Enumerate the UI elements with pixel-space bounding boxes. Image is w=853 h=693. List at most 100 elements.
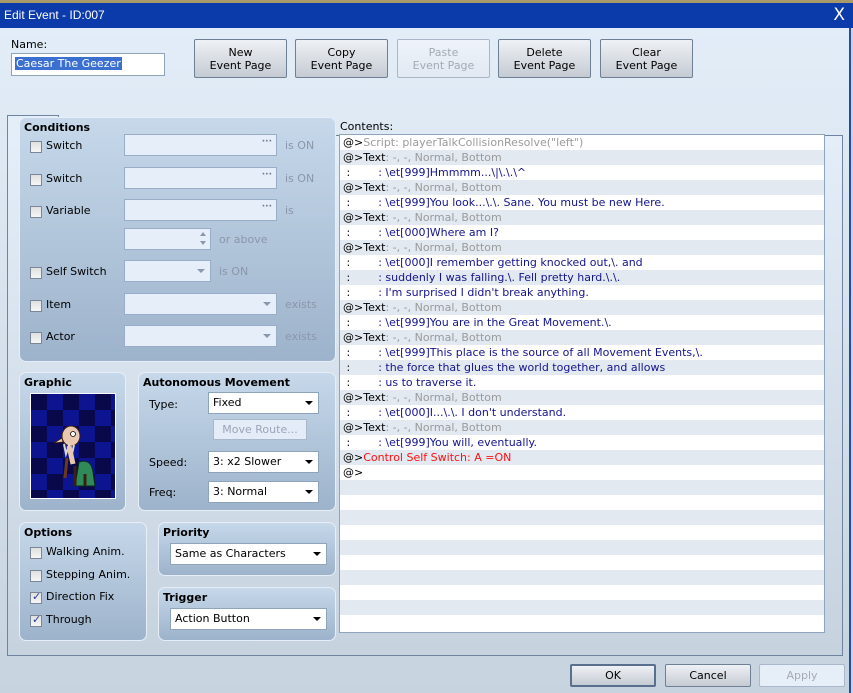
command-row[interactable]: : : \et[000]I remember getting knocked o… bbox=[340, 255, 824, 270]
empty-row[interactable] bbox=[340, 495, 824, 510]
command-row[interactable]: : : \et[000]I...\.\. I don't understand. bbox=[340, 405, 824, 420]
item-dropdown[interactable] bbox=[124, 293, 277, 315]
self-switch-dropdown[interactable] bbox=[124, 260, 211, 282]
command-name: Text bbox=[363, 331, 386, 344]
variable-label: Variable bbox=[46, 204, 91, 217]
button-label: Event Page bbox=[209, 59, 272, 72]
paste-event-page-button[interactable]: Paste Event Page bbox=[397, 39, 490, 78]
contents-label: Contents: bbox=[340, 120, 394, 133]
command-row[interactable]: @>Text: -, -, Normal, Bottom bbox=[340, 240, 824, 255]
empty-row[interactable] bbox=[340, 585, 824, 600]
chevron-down-icon bbox=[197, 269, 205, 273]
through-checkbox[interactable] bbox=[30, 613, 42, 627]
actor-checkbox[interactable] bbox=[30, 332, 42, 344]
button-label: Copy bbox=[327, 46, 356, 59]
priority-title: Priority bbox=[163, 526, 210, 539]
command-row[interactable]: @>Text: -, -, Normal, Bottom bbox=[340, 210, 824, 225]
empty-row[interactable] bbox=[340, 600, 824, 615]
command-row[interactable]: @>Text: -, -, Normal, Bottom bbox=[340, 300, 824, 315]
graphic-group: Graphic bbox=[19, 372, 126, 511]
switch2-checkbox[interactable] bbox=[30, 174, 42, 186]
move-route-button[interactable]: Move Route... bbox=[213, 419, 307, 440]
trigger-dropdown[interactable]: Action Button bbox=[170, 608, 327, 630]
name-input[interactable]: Caesar The Geezer bbox=[11, 53, 165, 76]
empty-row[interactable] bbox=[340, 555, 824, 570]
item-checkbox[interactable] bbox=[30, 300, 42, 312]
command-row[interactable]: : : \et[999]You look...\.\. Sane. You mu… bbox=[340, 195, 824, 210]
autonomous-movement-group: Autonomous Movement Type: Fixed Move Rou… bbox=[138, 372, 336, 511]
command-prefix: : bbox=[343, 436, 379, 449]
trigger-title: Trigger bbox=[163, 591, 208, 604]
self-switch-checkbox[interactable] bbox=[30, 267, 42, 279]
empty-row[interactable] bbox=[340, 615, 824, 630]
stepping-anim-checkbox[interactable] bbox=[30, 570, 42, 582]
empty-row[interactable] bbox=[340, 525, 824, 540]
command-row[interactable]: : : suddenly I was falling.\. Fell prett… bbox=[340, 270, 824, 285]
command-row[interactable]: @>Script: playerTalkCollisionResolve("le… bbox=[340, 135, 824, 150]
stepping-anim-label: Stepping Anim. bbox=[46, 568, 131, 581]
command-prefix: @> bbox=[343, 301, 364, 314]
command-text: : the force that glues the world togethe… bbox=[378, 361, 666, 374]
empty-row[interactable] bbox=[340, 570, 824, 585]
chevron-down-icon bbox=[313, 552, 321, 556]
command-row[interactable]: : : the force that glues the world toget… bbox=[340, 360, 824, 375]
switch1-checkbox[interactable] bbox=[30, 141, 42, 153]
apply-button[interactable]: Apply bbox=[759, 664, 845, 687]
empty-row[interactable] bbox=[340, 540, 824, 555]
direction-fix-checkbox[interactable] bbox=[30, 590, 42, 604]
command-text: Control Self Switch: A =ON bbox=[363, 451, 512, 464]
empty-row[interactable] bbox=[340, 480, 824, 495]
switch1-selector[interactable]: ··· bbox=[124, 134, 277, 156]
command-row[interactable]: : : I'm surprised I didn't break anythin… bbox=[340, 285, 824, 300]
movement-type-dropdown[interactable]: Fixed bbox=[208, 392, 319, 414]
self-switch-suffix: is ON bbox=[219, 265, 249, 278]
button-label: Delete bbox=[526, 46, 563, 59]
speed-dropdown[interactable]: 3: x2 Slower bbox=[208, 451, 319, 473]
command-row[interactable]: @>Text: -, -, Normal, Bottom bbox=[340, 150, 824, 165]
button-label: Event Page bbox=[615, 59, 678, 72]
ok-button[interactable]: OK bbox=[570, 664, 656, 687]
chevron-down-icon bbox=[313, 617, 321, 621]
chevron-down-icon bbox=[305, 401, 313, 405]
switch2-selector[interactable]: ··· bbox=[124, 167, 277, 189]
command-prefix: : bbox=[343, 286, 379, 299]
command-row[interactable]: : : \et[000]Where am I? bbox=[340, 225, 824, 240]
autonomous-movement-title: Autonomous Movement bbox=[143, 376, 290, 389]
freq-dropdown[interactable]: 3: Normal bbox=[208, 481, 319, 503]
spin-up-icon[interactable] bbox=[200, 232, 206, 236]
command-args: : -, -, Normal, Bottom bbox=[385, 391, 502, 404]
new-event-page-button[interactable]: New Event Page bbox=[194, 39, 287, 78]
command-row[interactable]: @>Text: -, -, Normal, Bottom bbox=[340, 330, 824, 345]
command-row[interactable]: @>Control Self Switch: A =ON bbox=[340, 450, 824, 465]
command-row[interactable]: : : \et[999]You are in the Great Movemen… bbox=[340, 315, 824, 330]
command-row[interactable]: @>Text: -, -, Normal, Bottom bbox=[340, 390, 824, 405]
command-prefix: @> bbox=[343, 211, 364, 224]
empty-row[interactable] bbox=[340, 510, 824, 525]
delete-event-page-button[interactable]: Delete Event Page bbox=[498, 39, 591, 78]
command-row[interactable]: @>Text: -, -, Normal, Bottom bbox=[340, 420, 824, 435]
priority-dropdown[interactable]: Same as Characters bbox=[170, 543, 327, 565]
variable-selector[interactable]: ··· bbox=[124, 199, 277, 221]
variable-amount-spinner[interactable] bbox=[124, 228, 211, 250]
command-row[interactable]: @> bbox=[340, 465, 824, 480]
close-icon[interactable]: X bbox=[833, 5, 845, 25]
spin-down-icon[interactable] bbox=[200, 241, 206, 245]
character-graphic[interactable] bbox=[30, 393, 116, 499]
cancel-button[interactable]: Cancel bbox=[665, 664, 751, 687]
event-commands-list[interactable]: @>Script: playerTalkCollisionResolve("le… bbox=[339, 134, 825, 633]
command-prefix: @> bbox=[343, 241, 364, 254]
clear-event-page-button[interactable]: Clear Event Page bbox=[600, 39, 693, 78]
copy-event-page-button[interactable]: Copy Event Page bbox=[295, 39, 388, 78]
walking-anim-checkbox[interactable] bbox=[30, 547, 42, 559]
actor-dropdown[interactable] bbox=[124, 325, 277, 347]
command-row[interactable]: : : us to traverse it. bbox=[340, 375, 824, 390]
command-row[interactable]: : : \et[999]You will, eventually. bbox=[340, 435, 824, 450]
button-label: Clear bbox=[632, 46, 661, 59]
chevron-down-icon bbox=[305, 460, 313, 464]
command-row[interactable]: : : \et[999]Hmmmm...\|\.\.\^ bbox=[340, 165, 824, 180]
ellipsis-icon: ··· bbox=[261, 137, 272, 147]
command-row[interactable]: : : \et[999]This place is the source of … bbox=[340, 345, 824, 360]
walking-anim-label: Walking Anim. bbox=[46, 545, 125, 558]
variable-checkbox[interactable] bbox=[30, 206, 42, 218]
command-row[interactable]: @>Text: -, -, Normal, Bottom bbox=[340, 180, 824, 195]
